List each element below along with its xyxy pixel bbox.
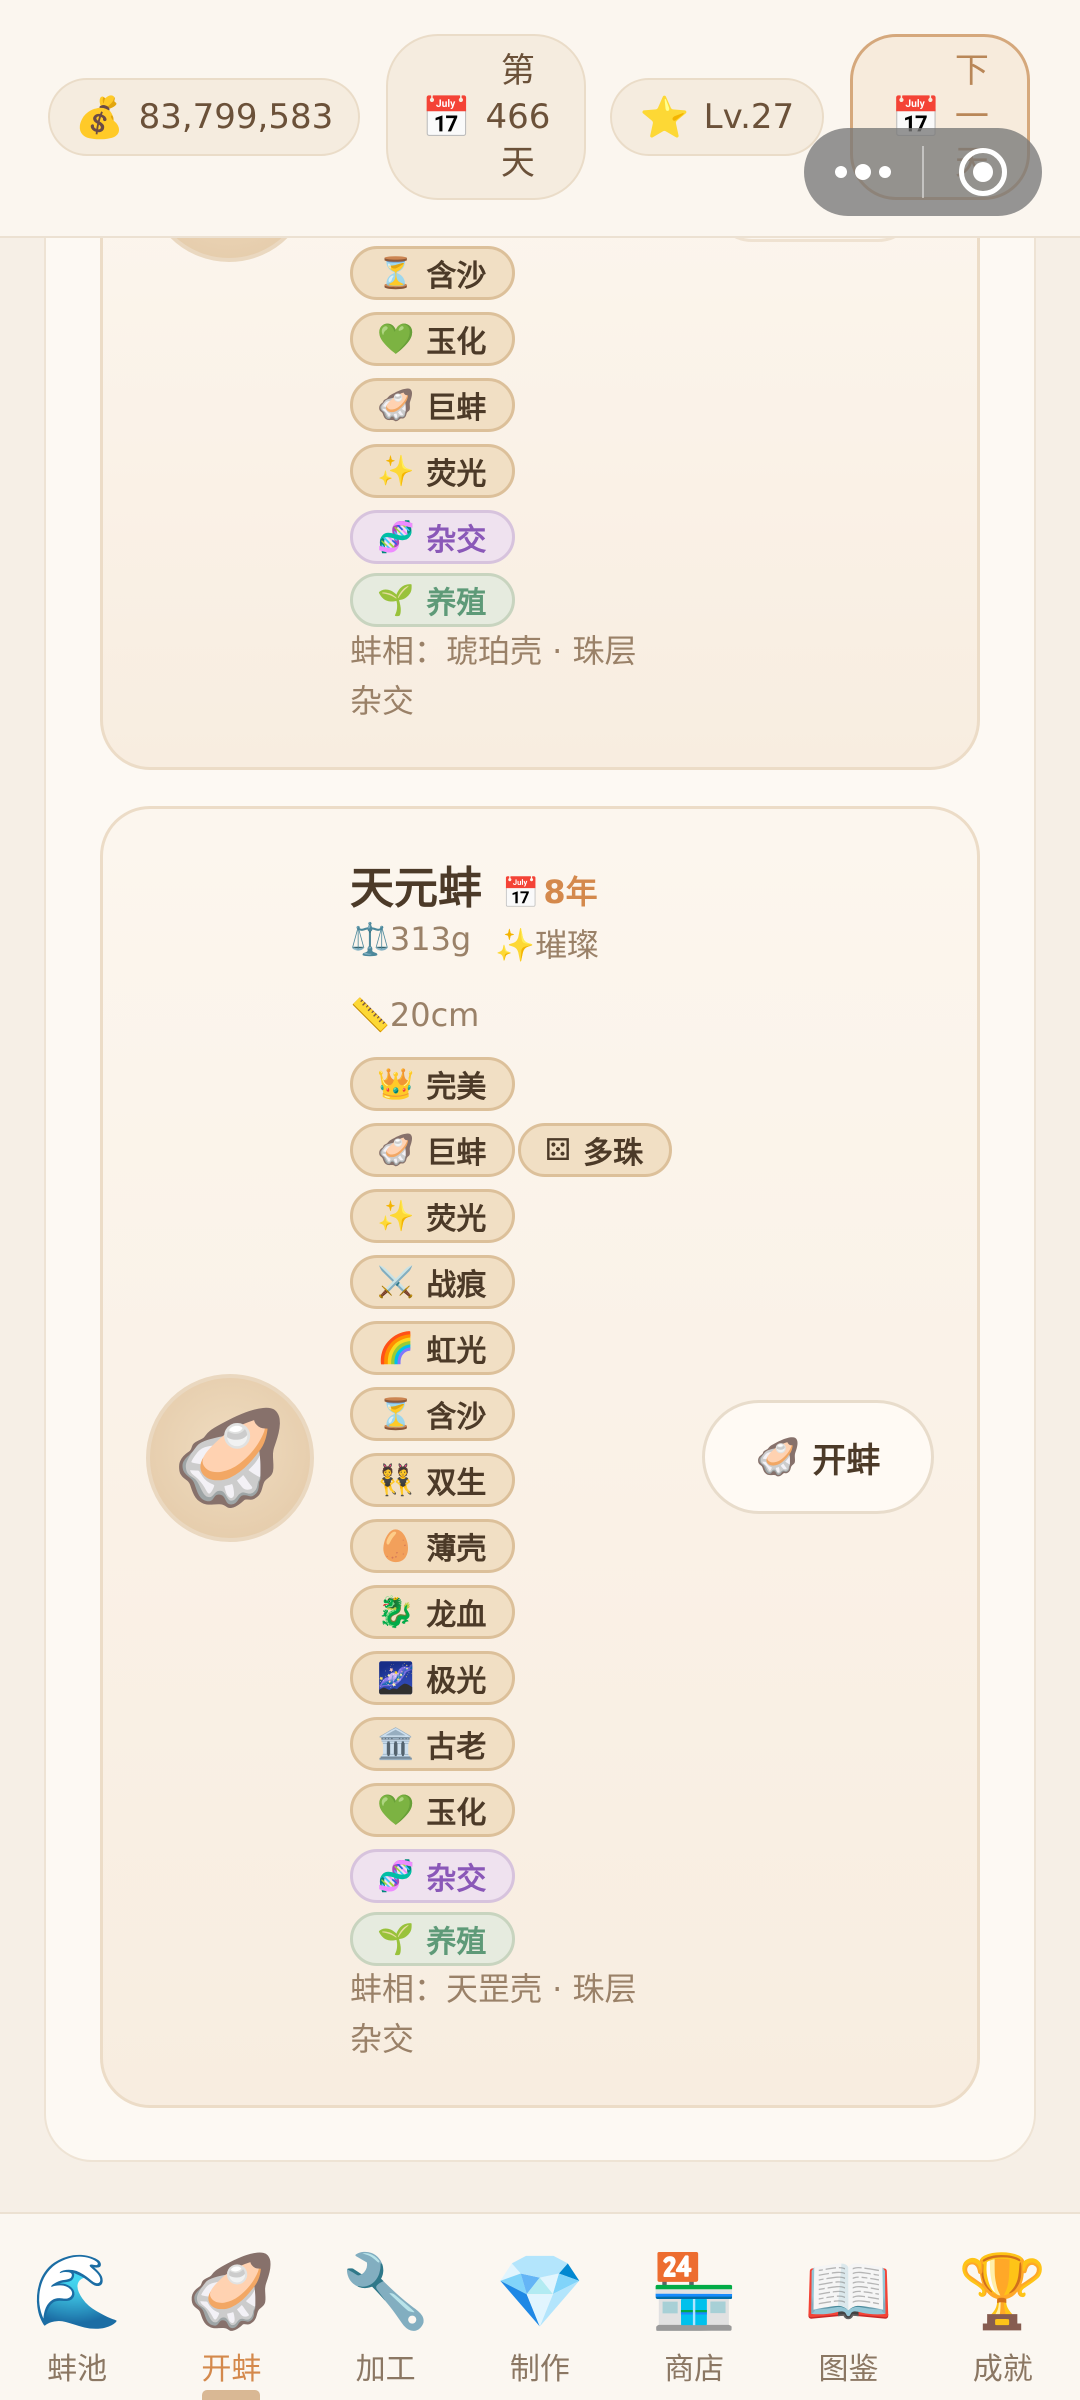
nav-label: 开蚌 xyxy=(201,2352,262,2387)
next-day-label-1: 下 xyxy=(954,51,989,91)
miniprogram-capsule xyxy=(804,128,1042,216)
close-miniprogram-button[interactable] xyxy=(924,148,1042,196)
star-icon: ⭐ xyxy=(639,94,690,141)
oyster-icon: 🦪 xyxy=(172,1404,288,1511)
oyster-title: 天元蚌 📅 8年 xyxy=(350,852,598,916)
green-heart-icon: 💚 xyxy=(377,321,415,357)
trophy-icon: 🏆 xyxy=(957,2249,1048,2333)
tag-thin-shell: 🥚 薄壳 xyxy=(350,1519,516,1573)
oyster-length: 📏20cm xyxy=(350,996,480,1034)
oyster-stats: ⚖️313g ✨璀璨 xyxy=(350,920,599,966)
nav-label: 蚌池 xyxy=(47,2352,108,2387)
target-icon xyxy=(959,148,1007,196)
nav-item-craft[interactable]: 💎 制作 xyxy=(463,2214,617,2400)
store-icon: 🏪 xyxy=(649,2249,740,2333)
tag-dragon-blood: 🐉 龙血 xyxy=(350,1585,516,1639)
oyster-appearance: 蚌相：天罡壳 · 珠层 杂交 xyxy=(350,1970,637,2058)
oyster-quality: ✨璀璨 xyxy=(495,926,600,964)
tag-multi-pearl: ⚄ 多珠 xyxy=(518,1123,673,1177)
seedling-icon: 🌱 xyxy=(377,1921,415,1957)
open-oyster-label: 开蚌 xyxy=(812,1440,881,1481)
bottom-nav: 🌊 蚌池 🦪 开蚌 🔧 加工 💎 制作 🏪 商店 📖 图鉴 🏆 成就 xyxy=(0,2212,1080,2400)
active-indicator xyxy=(202,2390,261,2400)
nav-item-catalog[interactable]: 📖 图鉴 xyxy=(771,2214,925,2400)
galaxy-icon: 🌌 xyxy=(377,1660,415,1696)
temple-icon: 🏛️ xyxy=(377,1726,415,1762)
hourglass-icon: ⏳ xyxy=(377,255,415,291)
tag-sand: ⏳ 含沙 xyxy=(350,1387,516,1441)
tag-ancient: 🏛️ 古老 xyxy=(350,1717,516,1771)
tag-aurora: 🌌 极光 xyxy=(350,1651,516,1705)
nav-label: 制作 xyxy=(509,2352,570,2387)
nav-item-pond[interactable]: 🌊 蚌池 xyxy=(0,2214,154,2400)
calendar-icon: 📅 xyxy=(421,94,472,141)
nav-label: 图鉴 xyxy=(818,2352,879,2387)
money-display: 💰 83,799,583 xyxy=(48,78,360,156)
money-value: 83,799,583 xyxy=(138,97,334,137)
day-number: 466 xyxy=(485,97,551,137)
rainbow-icon: 🌈 xyxy=(377,1330,415,1366)
tag-sand: ⏳ 含沙 xyxy=(350,246,516,300)
tag-perfect: 👑 完美 xyxy=(350,1057,516,1111)
tag-jade: 💚 玉化 xyxy=(350,312,516,366)
tag-rainbow: 🌈 虹光 xyxy=(350,1321,516,1375)
nav-item-open-oyster[interactable]: 🦪 开蚌 xyxy=(154,2214,308,2400)
oyster-icon: 🦪 xyxy=(377,1132,415,1168)
tag-farmed: 🌱 养殖 xyxy=(350,573,516,627)
tag-giant: 🦪 巨蚌 xyxy=(350,1123,516,1177)
oyster-appearance: 蚌相：琥珀壳 · 珠层 杂交 xyxy=(350,632,637,720)
crown-icon: 👑 xyxy=(377,1066,415,1102)
day-suffix: 天 xyxy=(500,143,535,183)
tag-fluorescent: ✨ 荧光 xyxy=(350,444,516,498)
dragon-icon: 🐉 xyxy=(377,1594,415,1630)
tag-fluorescent: ✨ 荧光 xyxy=(350,1189,516,1243)
oyster-name: 天元蚌 xyxy=(350,863,482,914)
tag-battle-scar: ⚔️ 战痕 xyxy=(350,1255,516,1309)
tag-hybrid: 🧬 杂交 xyxy=(350,1849,516,1903)
nav-label: 成就 xyxy=(972,2352,1033,2387)
day-prefix: 第 xyxy=(500,51,535,91)
green-heart-icon: 💚 xyxy=(377,1792,415,1828)
gem-icon: 💎 xyxy=(495,2249,585,2333)
oyster-icon: 🦪 xyxy=(186,2249,277,2333)
hourglass-icon: ⏳ xyxy=(377,1396,415,1432)
nav-label: 商店 xyxy=(664,2352,725,2387)
dna-icon: 🧬 xyxy=(377,519,415,555)
sparkles-icon: ✨ xyxy=(377,1198,415,1234)
day-counter: 📅 第 466 天 xyxy=(386,34,586,200)
tag-twin: 👯 双生 xyxy=(350,1453,516,1507)
nav-item-shop[interactable]: 🏪 商店 xyxy=(617,2214,771,2400)
level-value: Lv.27 xyxy=(703,97,795,137)
calendar-icon: 📅 xyxy=(502,876,540,911)
nav-item-achievements[interactable]: 🏆 成就 xyxy=(926,2214,1080,2400)
wave-icon: 🌊 xyxy=(32,2249,122,2333)
oyster-icon: 🦪 xyxy=(377,387,415,423)
oyster-icon: 🦪 xyxy=(755,1437,801,1478)
tag-giant: 🦪 巨蚌 xyxy=(350,378,516,432)
more-options-button[interactable] xyxy=(804,164,922,180)
tag-hybrid: 🧬 杂交 xyxy=(350,510,516,564)
dice-icon: ⚄ xyxy=(545,1132,572,1168)
egg-icon: 🥚 xyxy=(377,1528,415,1564)
money-bag-icon: 💰 xyxy=(74,94,125,141)
oyster-avatar: 🦪 xyxy=(146,1374,314,1542)
twins-icon: 👯 xyxy=(377,1462,415,1498)
seedling-icon: 🌱 xyxy=(377,582,415,618)
oyster-age: 📅 8年 xyxy=(502,873,598,911)
crossed-swords-icon: ⚔️ xyxy=(377,1264,415,1300)
nav-item-process[interactable]: 🔧 加工 xyxy=(309,2214,463,2400)
wrench-icon: 🔧 xyxy=(340,2249,431,2333)
dna-icon: 🧬 xyxy=(377,1858,415,1894)
sparkles-icon: ✨ xyxy=(377,453,415,489)
tag-jade: 💚 玉化 xyxy=(350,1783,516,1837)
oyster-weight: ⚖️313g xyxy=(350,920,472,958)
open-oyster-button[interactable]: 🦪 开蚌 xyxy=(702,1400,934,1514)
tag-farmed: 🌱 养殖 xyxy=(350,1912,516,1966)
nav-label: 加工 xyxy=(355,2352,416,2387)
level-display: ⭐ Lv.27 xyxy=(610,78,824,156)
book-icon: 📖 xyxy=(803,2249,894,2333)
